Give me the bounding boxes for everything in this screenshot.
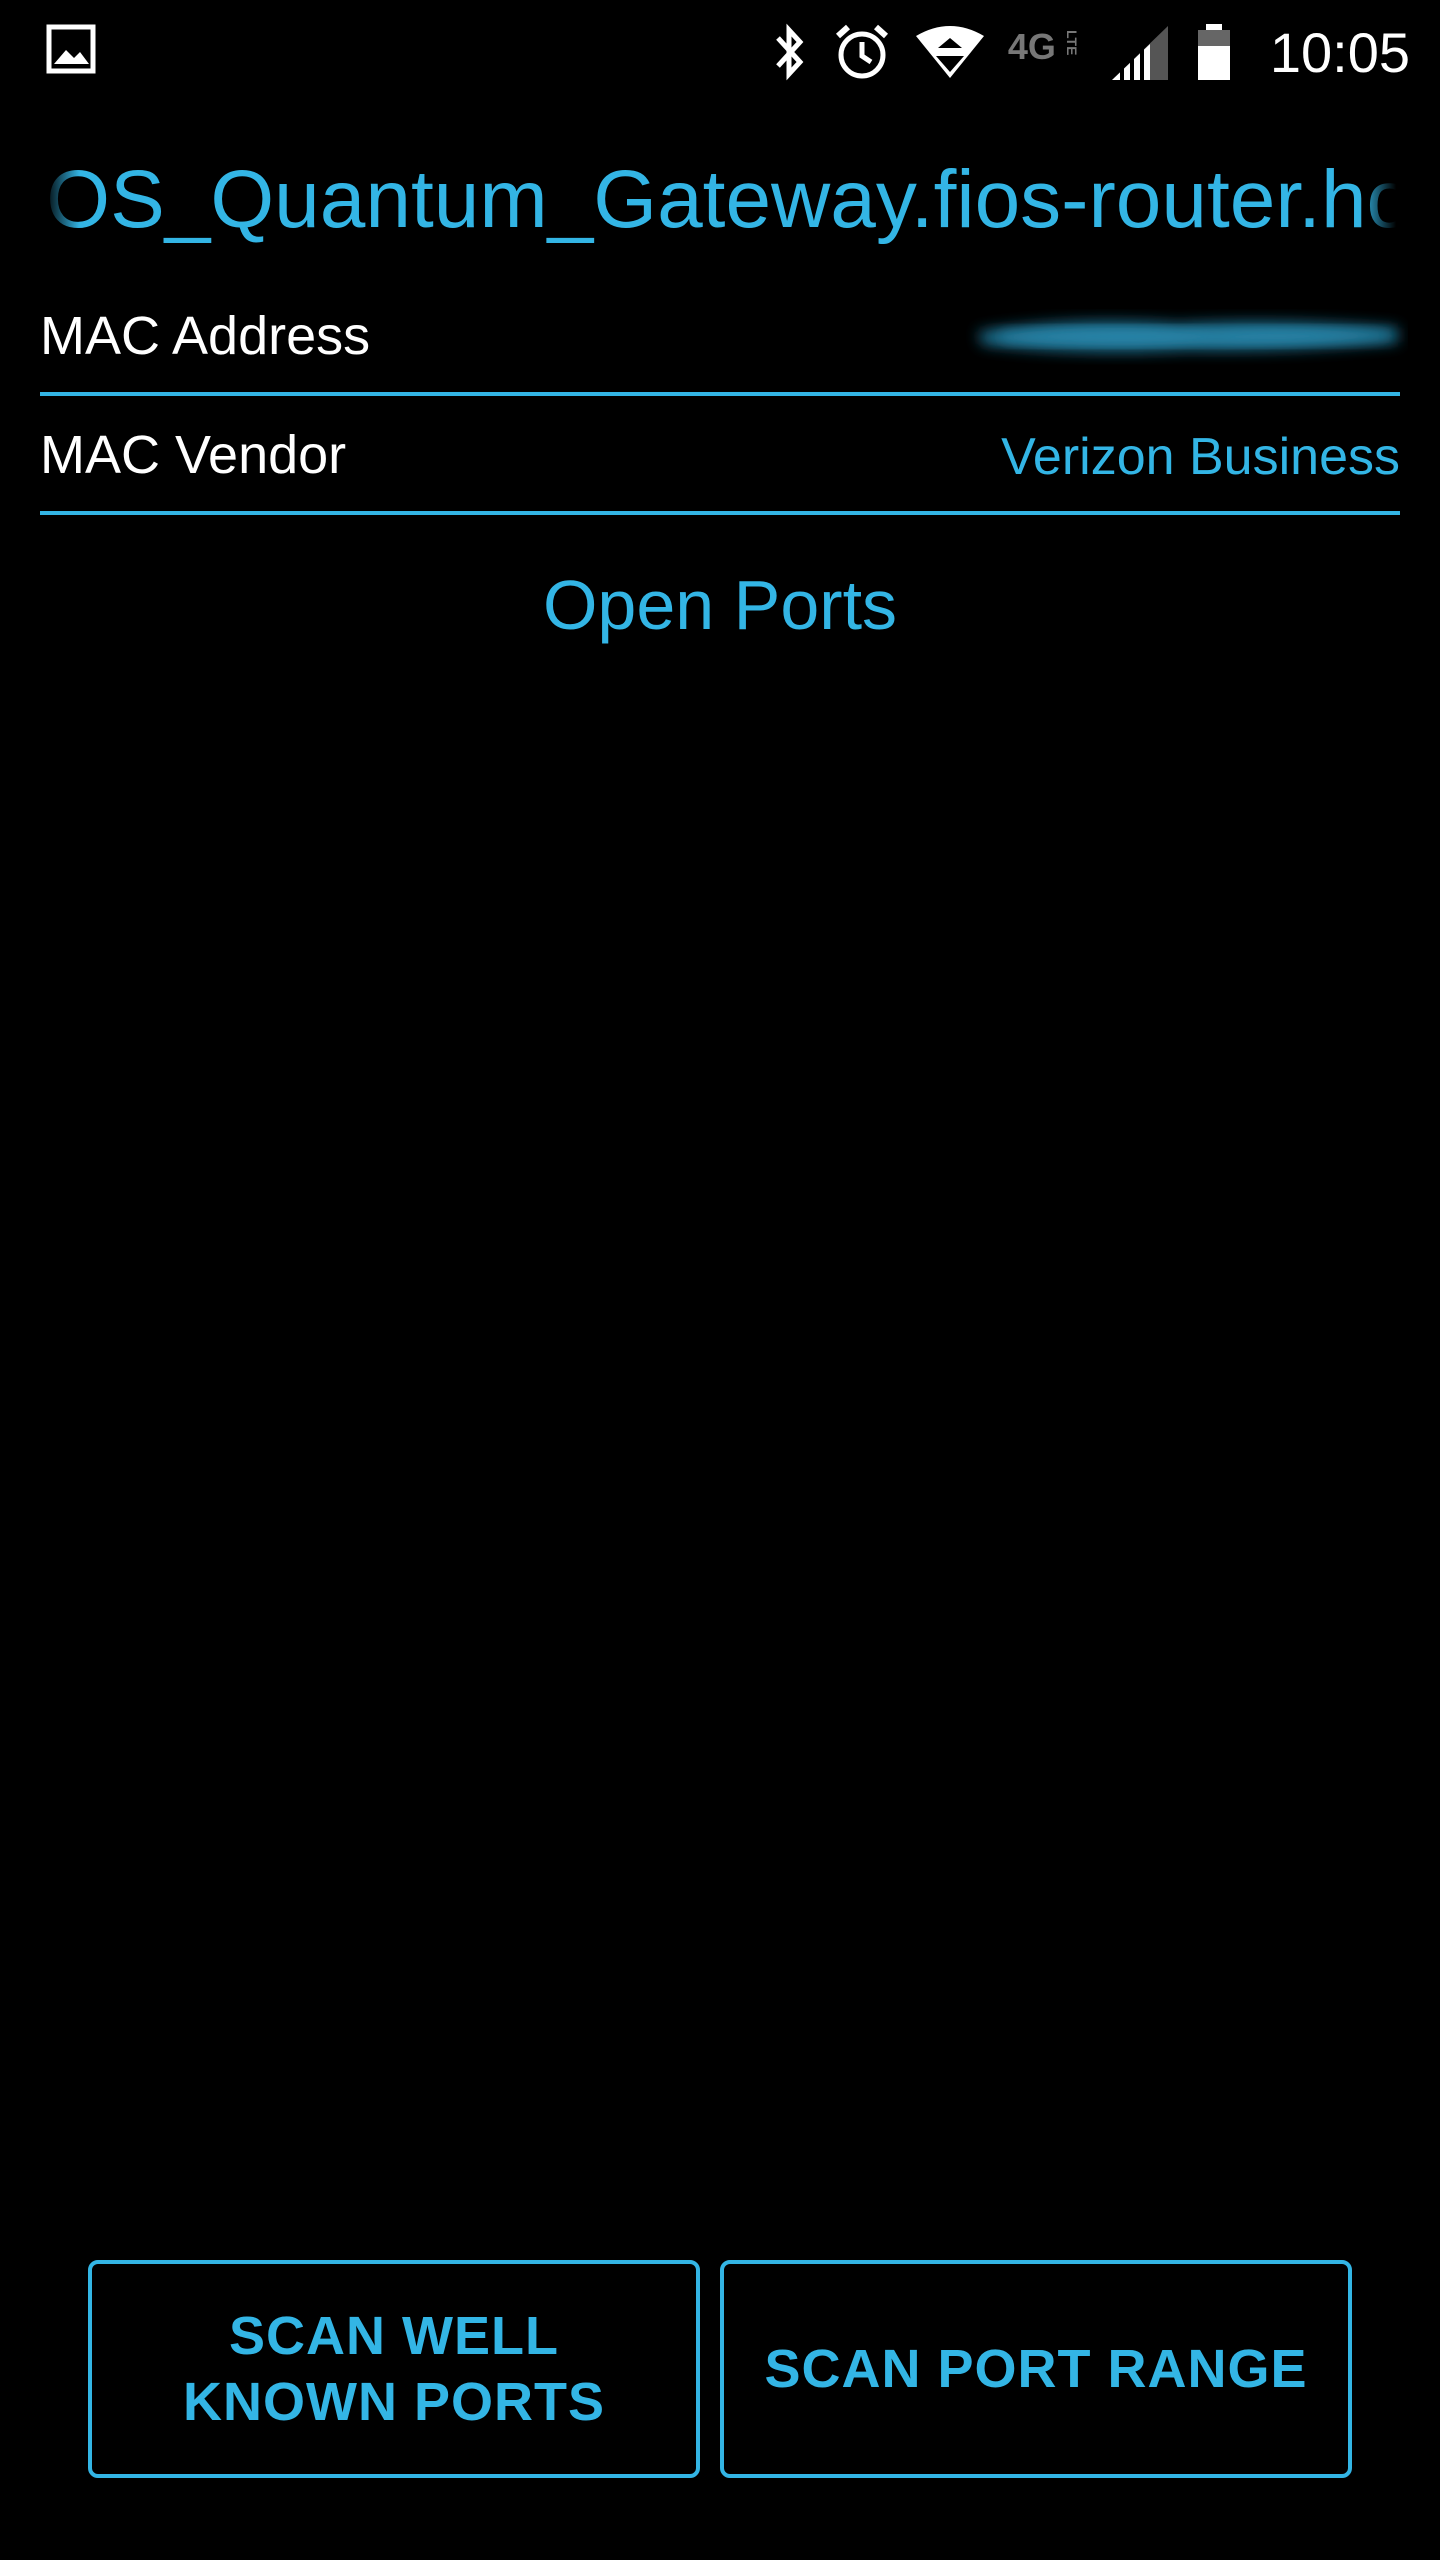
mac-address-row: MAC Address xyxy=(40,278,1400,396)
open-ports-heading: Open Ports xyxy=(542,566,898,644)
bluetooth-icon xyxy=(770,22,810,82)
mac-address-label: MAC Address xyxy=(40,306,371,366)
status-icons: 4G LTE 10:05 xyxy=(770,0,1410,104)
mac-vendor-label: MAC Vendor xyxy=(40,425,347,485)
fade-right xyxy=(1360,140,1400,270)
battery-icon xyxy=(1194,22,1234,82)
mac-vendor-value: Verizon Business xyxy=(1001,428,1400,486)
cell-signal-icon xyxy=(1110,22,1172,82)
image-notification-icon xyxy=(46,24,96,74)
alarm-icon xyxy=(832,22,892,82)
scan-port-range-label: SCAN PORT RANGE xyxy=(764,2339,1308,2399)
mac-vendor-row: MAC Vendor Verizon Business xyxy=(40,397,1400,515)
status-bar: 4G LTE 10:05 xyxy=(0,0,1440,104)
wifi-icon xyxy=(914,22,986,82)
scan-port-range-button[interactable]: SCAN PORT RANGE xyxy=(720,2260,1352,2478)
open-ports-list[interactable] xyxy=(40,680,1400,2200)
host-title-container: FiOS_Quantum_Gateway.fios-router.home xyxy=(40,140,1400,270)
fade-left xyxy=(40,140,80,270)
4g-lte-icon: 4G LTE xyxy=(1007,26,1080,67)
host-title: FiOS_Quantum_Gateway.fios-router.home xyxy=(40,154,1400,245)
clock: 10:05 xyxy=(1269,20,1410,84)
redacted-mac-address xyxy=(978,321,1398,352)
scan-well-known-ports-label: SCAN WELL KNOWN PORTS xyxy=(183,2306,605,2432)
scan-well-known-ports-button[interactable]: SCAN WELL KNOWN PORTS xyxy=(88,2260,700,2478)
